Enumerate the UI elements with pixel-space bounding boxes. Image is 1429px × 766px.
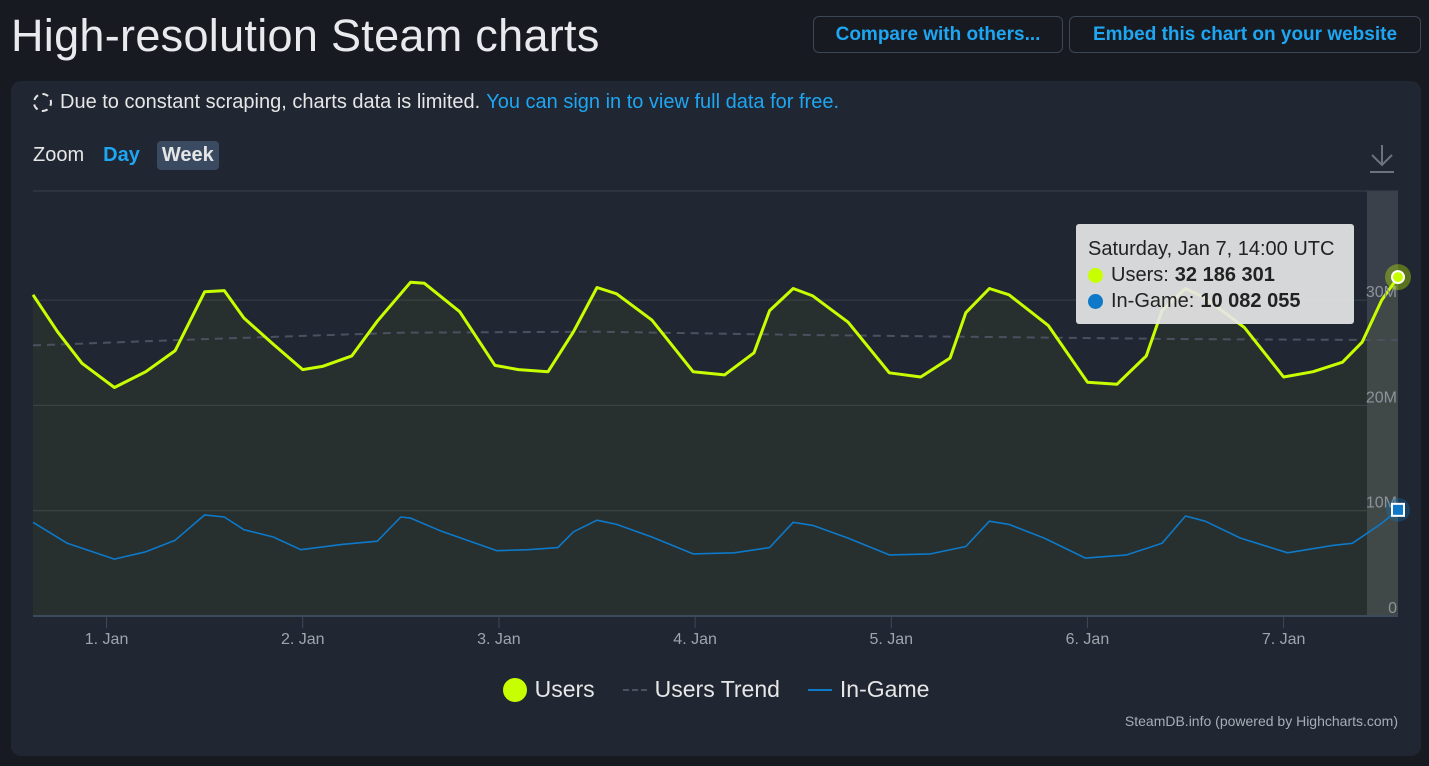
legend-label-users: Users — [534, 676, 595, 702]
ingame-legend-line-icon — [807, 688, 832, 691]
x-tick-label: 7. Jan — [1262, 631, 1306, 648]
legend-item-in-game[interactable]: In-Game — [807, 676, 930, 703]
compare-with-others-button[interactable]: Compare with others... — [813, 16, 1063, 53]
x-tick-label: 4. Jan — [673, 631, 717, 648]
x-tick-label: 2. Jan — [281, 631, 325, 648]
x-tick-label: 5. Jan — [869, 631, 913, 648]
tooltip-date: Saturday, Jan 7, 14:00 UTC — [1088, 238, 1335, 260]
tooltip-ingame-value: 10 082 055 — [1200, 290, 1301, 312]
users-dot-icon — [1088, 267, 1103, 283]
trend-legend-line-icon — [622, 688, 647, 691]
embed-chart-button[interactable]: Embed this chart on your website — [1069, 16, 1421, 53]
ingame-dot-icon — [1088, 293, 1103, 309]
chart-tooltip: Saturday, Jan 7, 14:00 UTC Users: 32 186… — [1076, 224, 1354, 324]
legend-item-users-trend[interactable]: Users Trend — [622, 676, 780, 703]
tooltip-users-value: 32 186 301 — [1174, 264, 1275, 286]
legend-label-users-trend: Users Trend — [654, 676, 780, 702]
users-legend-dot-icon — [502, 677, 527, 702]
chart-plot[interactable]: 010M20M30M1. Jan 2. Jan 3. Jan 4. Jan 5. Jan… — [11, 81, 1421, 756]
legend-item-users[interactable]: Users — [502, 676, 595, 703]
chart-credits[interactable]: SteamDB.info (powered by Highcharts.com) — [1125, 713, 1398, 729]
x-tick-label: 1. Jan — [85, 631, 129, 648]
chart-card: Due to constant scraping, charts data is… — [11, 81, 1421, 756]
x-tick-label: 6. Jan — [1066, 631, 1110, 648]
in-game-hover-point[interactable] — [1391, 502, 1405, 517]
chart-legend: Users Users Trend In-Game — [11, 676, 1421, 703]
tooltip-ingame-label: In-Game: — [1111, 290, 1195, 312]
y-tick-label: 0 — [1388, 600, 1397, 617]
legend-label-in-game: In-Game — [839, 676, 930, 702]
tooltip-users-label: Users: — [1111, 264, 1169, 286]
page-title: High-resolution Steam charts — [11, 10, 600, 61]
x-tick-label: 3. Jan — [477, 631, 521, 648]
y-tick-label: 20M — [1366, 389, 1397, 406]
users-area-fill — [33, 277, 1398, 616]
users-hover-point[interactable] — [1391, 270, 1405, 285]
